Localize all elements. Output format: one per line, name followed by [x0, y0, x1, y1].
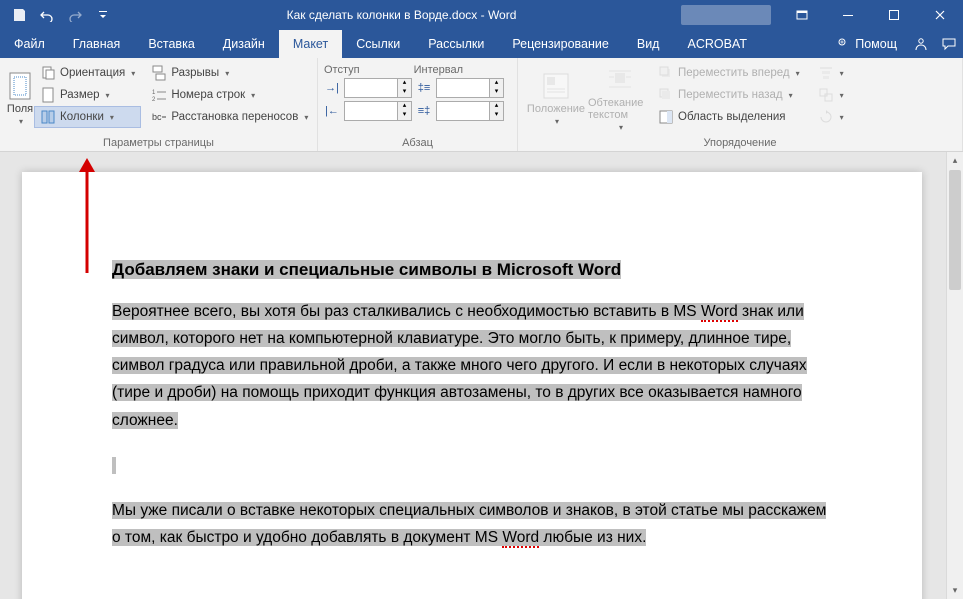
redo-button[interactable]: [64, 4, 86, 26]
arrange-group-label: Упорядочение: [524, 135, 956, 149]
ribbon: Поля ▾ Ориентация▾ Размер▾ Колонки▾: [0, 58, 963, 152]
orientation-label: Ориентация: [60, 67, 125, 79]
tab-layout[interactable]: Макет: [279, 30, 342, 58]
breaks-button[interactable]: Разрывы▾: [145, 62, 314, 84]
chevron-down-icon: ▾: [19, 117, 23, 126]
page-setup-group-label: Параметры страницы: [6, 135, 311, 149]
tell-me[interactable]: Помощ: [827, 37, 907, 51]
bring-forward-label: Переместить вперед: [678, 67, 790, 79]
tab-home[interactable]: Главная: [59, 30, 135, 58]
document-paragraph-2[interactable]: Мы уже писали о вставке некоторых специа…: [112, 497, 832, 551]
share-button[interactable]: [907, 36, 935, 52]
line-numbers-button[interactable]: 12 Номера строк▾: [145, 84, 314, 106]
wrap-text-button: Обтекание текстом ▾: [588, 62, 652, 135]
comments-button[interactable]: [935, 36, 963, 52]
scroll-thumb[interactable]: [949, 170, 961, 290]
tab-view[interactable]: Вид: [623, 30, 674, 58]
page[interactable]: Добавляем знаки и специальные символы в …: [22, 172, 922, 599]
scroll-up-arrow[interactable]: ▴: [947, 152, 963, 169]
size-button[interactable]: Размер▾: [34, 84, 141, 106]
send-backward-label: Переместить назад: [678, 89, 783, 101]
tab-review[interactable]: Рецензирование: [498, 30, 623, 58]
ribbon-display-options[interactable]: [779, 0, 825, 30]
user-account-badge[interactable]: [681, 5, 771, 25]
group-page-setup: Поля ▾ Ориентация▾ Размер▾ Колонки▾: [0, 58, 318, 151]
document-viewport[interactable]: Добавляем знаки и специальные символы в …: [0, 152, 946, 599]
spacing-heading: Интервал: [414, 64, 463, 76]
hyphenation-label: Расстановка переносов: [171, 111, 298, 123]
indent-left-icon: →|: [324, 80, 340, 96]
group-arrange: Положение ▾ Обтекание текстом ▾ Перемест…: [518, 58, 963, 151]
group-objects-button: ▾: [812, 84, 850, 106]
position-button: Положение ▾: [524, 62, 588, 135]
selection-pane-label: Область выделения: [678, 111, 786, 123]
group-paragraph: Отступ Интервал →| ▴▾ ‡≡ ▴▾ |← ▴▾ ≡‡ ▴▾ …: [318, 58, 518, 151]
size-label: Размер: [60, 89, 100, 101]
close-button[interactable]: [917, 0, 963, 30]
save-button[interactable]: [8, 4, 30, 26]
ribbon-tabs: Файл Главная Вставка Дизайн Макет Ссылки…: [0, 30, 963, 58]
wrap-label: Обтекание текстом: [588, 97, 652, 121]
quick-access-toolbar: [0, 4, 122, 26]
tab-insert[interactable]: Вставка: [134, 30, 208, 58]
breaks-label: Разрывы: [171, 67, 219, 79]
vertical-scrollbar[interactable]: ▴ ▾: [946, 152, 963, 599]
margins-label: Поля: [7, 103, 33, 115]
tab-mailings[interactable]: Рассылки: [414, 30, 498, 58]
bring-forward-button: Переместить вперед▾: [652, 62, 806, 84]
paragraph-group-label: Абзац: [324, 135, 511, 149]
tab-file[interactable]: Файл: [0, 30, 59, 58]
svg-text:bc: bc: [152, 112, 162, 122]
tab-references[interactable]: Ссылки: [342, 30, 414, 58]
tell-me-label: Помощ: [855, 37, 897, 51]
orientation-button[interactable]: Ориентация▾: [34, 62, 141, 84]
space-after-icon: ≡‡: [416, 103, 432, 119]
align-button: ▾: [812, 62, 850, 84]
space-before-icon: ‡≡: [416, 80, 432, 96]
document-empty-paragraph[interactable]: [112, 452, 832, 479]
tab-acrobat[interactable]: ACROBAT: [673, 30, 761, 58]
window-controls: [779, 0, 963, 30]
send-backward-button: Переместить назад▾: [652, 84, 806, 106]
qat-customize[interactable]: [92, 4, 114, 26]
indent-right-input[interactable]: ▴▾: [344, 101, 412, 121]
tab-design[interactable]: Дизайн: [209, 30, 279, 58]
document-area: Добавляем знаки и специальные символы в …: [0, 152, 963, 599]
indent-right-icon: |←: [324, 103, 340, 119]
selection-pane-button[interactable]: Область выделения: [652, 106, 806, 128]
columns-label: Колонки: [60, 111, 104, 123]
position-label: Положение: [527, 103, 585, 115]
svg-text:2: 2: [152, 97, 156, 103]
space-before-input[interactable]: ▴▾: [436, 78, 504, 98]
space-after-input[interactable]: ▴▾: [436, 101, 504, 121]
hyphenation-button[interactable]: bc Расстановка переносов▾: [145, 106, 314, 128]
document-heading[interactable]: Добавляем знаки и специальные символы в …: [112, 260, 832, 280]
columns-button[interactable]: Колонки▾: [34, 106, 141, 128]
document-paragraph-1[interactable]: Вероятнее всего, вы хотя бы раз сталкива…: [112, 298, 832, 434]
margins-button[interactable]: Поля ▾: [6, 62, 34, 135]
rotate-button: ▾: [812, 106, 850, 128]
undo-button[interactable]: [36, 4, 58, 26]
minimize-button[interactable]: [825, 0, 871, 30]
scroll-down-arrow[interactable]: ▾: [947, 582, 963, 599]
indent-heading: Отступ: [324, 64, 360, 76]
title-bar: Как сделать колонки в Ворде.docx - Word: [0, 0, 963, 30]
svg-text:1: 1: [152, 90, 156, 96]
window-title: Как сделать колонки в Ворде.docx - Word: [122, 8, 681, 22]
maximize-button[interactable]: [871, 0, 917, 30]
line-numbers-label: Номера строк: [171, 89, 245, 101]
indent-left-input[interactable]: ▴▾: [344, 78, 412, 98]
